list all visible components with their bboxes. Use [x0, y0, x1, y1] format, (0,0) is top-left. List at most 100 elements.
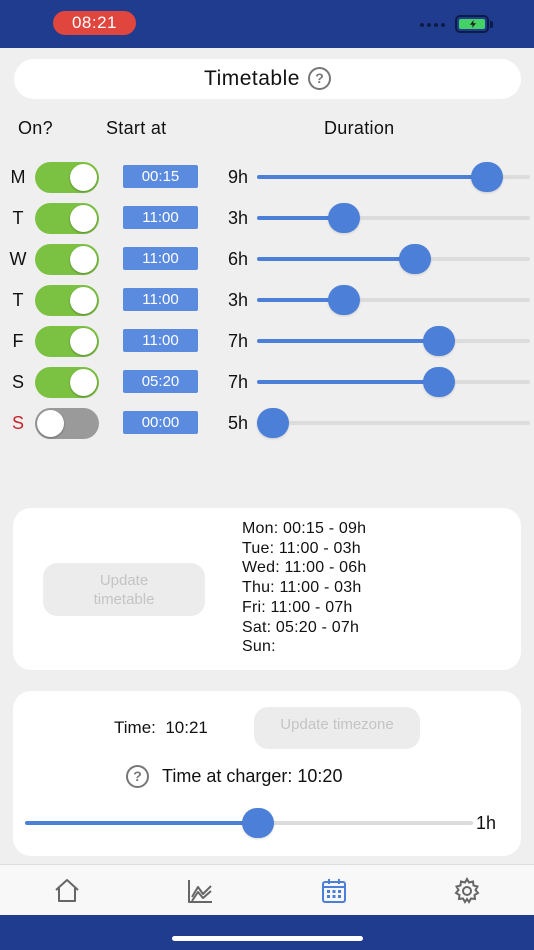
tab-chart[interactable] [186, 877, 214, 905]
toggle-knob [70, 287, 97, 314]
duration-label: 7h [228, 331, 249, 351]
tab-calendar[interactable] [320, 877, 348, 905]
day-label: W [9, 249, 27, 269]
toggle-knob [37, 410, 64, 437]
duration-slider-fill [257, 380, 440, 384]
timezone-offset-label: 1h [476, 813, 497, 833]
current-time: Time: 10:21 [114, 718, 208, 738]
summary-line-sun: Sun: [242, 638, 276, 656]
charger-value: 10:20 [297, 766, 343, 786]
duration-slider-thumb[interactable] [399, 244, 432, 274]
update-timetable-label-2: timetable [93, 591, 155, 608]
start-time-button[interactable]: 00:15 [123, 165, 198, 188]
duration-slider-fill [257, 175, 487, 179]
summary-line-thu: Thu: 11:00 - 03h [242, 579, 362, 597]
timezone-slider-fill [25, 821, 258, 825]
duration-slider-thumb[interactable] [328, 203, 361, 233]
day-toggle[interactable] [35, 244, 99, 275]
signal-icon [420, 23, 445, 27]
day-label: T [12, 208, 24, 228]
start-time-button[interactable]: 00:00 [123, 411, 198, 434]
schedule-row: W 11:00 6h [0, 241, 534, 281]
home-icon [55, 879, 79, 902]
charger-help-icon[interactable]: ? [126, 765, 149, 788]
start-time-button[interactable]: 11:00 [123, 288, 198, 311]
duration-slider[interactable] [257, 162, 530, 192]
day-label: S [11, 413, 24, 433]
tab-bar [0, 864, 534, 915]
summary-line-fri: Fri: 11:00 - 07h [242, 598, 353, 616]
update-timetable-button[interactable]: Update timetable [43, 563, 205, 616]
start-time-button[interactable]: 11:00 [123, 329, 198, 352]
battery-tip [490, 21, 493, 28]
page-title: Timetable [204, 67, 300, 90]
day-toggle[interactable] [35, 326, 99, 357]
status-time: 08:21 [53, 11, 136, 35]
duration-label: 3h [228, 208, 249, 228]
schedule-row: T 11:00 3h [0, 282, 534, 322]
tab-settings[interactable] [453, 876, 481, 905]
start-time-button[interactable]: 11:00 [123, 206, 198, 229]
summary-list: Mon: 00:15 - 09h Tue: 11:00 - 03h Wed: 1… [242, 519, 366, 657]
chart-icon [188, 880, 212, 903]
day-label: S [11, 372, 24, 392]
duration-label: 6h [228, 249, 249, 269]
start-time-button[interactable]: 11:00 [123, 247, 198, 270]
duration-slider[interactable] [257, 244, 530, 274]
title-card: Timetable? [14, 59, 521, 99]
duration-slider-thumb[interactable] [257, 408, 289, 438]
time-label: Time: [114, 718, 156, 737]
duration-slider[interactable] [257, 367, 530, 397]
duration-slider-thumb[interactable] [328, 285, 361, 315]
duration-slider-thumb[interactable] [423, 326, 456, 356]
battery-icon [455, 15, 489, 33]
summary-line-tue: Tue: 11:00 - 03h [242, 539, 361, 557]
day-toggle[interactable] [35, 367, 99, 398]
duration-slider[interactable] [257, 326, 530, 356]
duration-label: 3h [228, 290, 249, 310]
duration-slider-fill [257, 257, 416, 261]
start-time-button[interactable]: 05:20 [123, 370, 198, 393]
home-indicator[interactable] [172, 936, 363, 941]
schedule-row: S 05:20 7h [0, 364, 534, 404]
toggle-knob [70, 205, 97, 232]
duration-label: 7h [228, 372, 249, 392]
summary-line-sat: Sat: 05:20 - 07h [242, 618, 360, 636]
help-icon[interactable]: ? [307, 67, 331, 91]
duration-label: 9h [228, 167, 249, 187]
duration-slider-thumb[interactable] [470, 162, 503, 192]
tab-home[interactable] [53, 877, 81, 905]
summary-line-wed: Wed: 11:00 - 06h [242, 559, 367, 577]
timezone-slider-thumb[interactable] [241, 808, 274, 838]
charger-time: ? Time at charger: 10:20 [126, 765, 342, 788]
update-timezone-button[interactable]: Update timezone [254, 707, 420, 749]
charger-label: Time at charger: [162, 766, 293, 786]
timezone-offset-slider[interactable] [25, 808, 473, 838]
status-bar: 08:21 [0, 0, 534, 48]
toggle-knob [70, 369, 97, 396]
summary-line-mon: Mon: 00:15 - 09h [242, 520, 367, 537]
duration-slider-thumb[interactable] [423, 367, 456, 397]
gear-icon [454, 876, 480, 904]
update-timetable-label-1: Update [99, 572, 149, 589]
day-toggle[interactable] [35, 203, 99, 234]
duration-slider-fill [257, 339, 440, 343]
day-toggle[interactable] [35, 285, 99, 316]
day-toggle[interactable] [35, 408, 99, 439]
duration-slider[interactable] [257, 408, 530, 438]
day-toggle[interactable] [35, 162, 99, 193]
day-label: T [12, 290, 24, 310]
time-value: 10:21 [165, 718, 208, 737]
day-label: F [12, 331, 24, 351]
schedule-row: S 00:00 5h [0, 405, 534, 445]
duration-slider[interactable] [257, 203, 530, 233]
duration-label: 5h [228, 413, 249, 433]
day-label: M [10, 167, 26, 187]
schedule-row: F 11:00 7h [0, 323, 534, 363]
schedule-row: M 00:15 9h [0, 159, 534, 199]
toggle-knob [70, 246, 97, 273]
toggle-knob [70, 164, 97, 191]
calendar-icon [322, 879, 346, 903]
schedule-row: T 11:00 3h [0, 200, 534, 240]
duration-slider[interactable] [257, 285, 530, 315]
